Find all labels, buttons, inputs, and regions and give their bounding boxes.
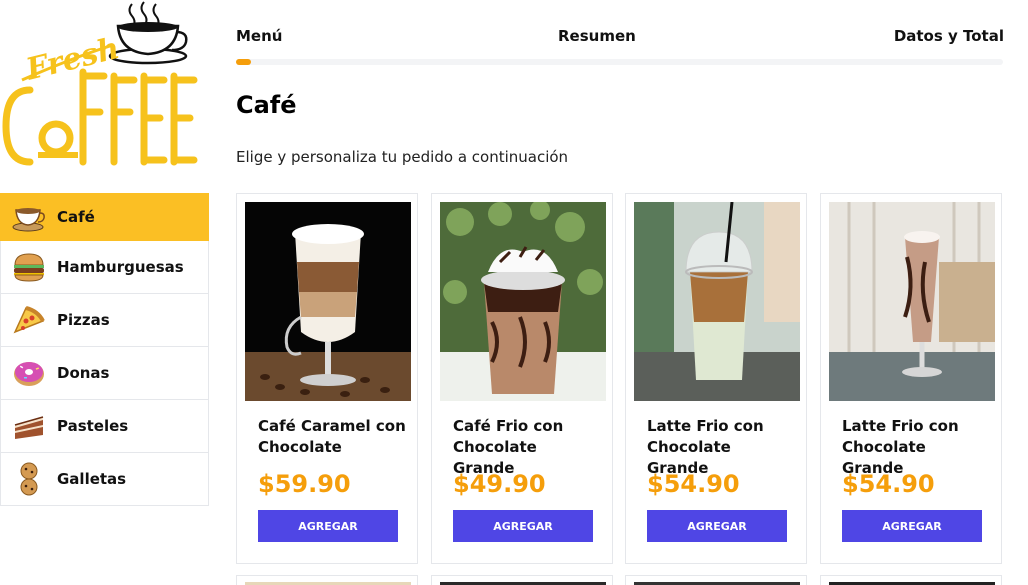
sidebar-item-pasteles[interactable]: Pasteles	[0, 400, 209, 453]
product-price: $54.90	[647, 470, 740, 498]
sidebar-item-cafe[interactable]: Café	[0, 193, 209, 241]
pizza-icon	[11, 302, 47, 338]
sidebar-item-galletas[interactable]: Galletas	[0, 453, 209, 506]
add-to-order-button[interactable]: AGREGAR	[647, 510, 787, 542]
sidebar-item-label: Café	[57, 208, 95, 226]
product-card: Latte Frio con Chocolate Grande $54.90 A…	[820, 193, 1002, 564]
product-card	[431, 575, 613, 585]
step-datos-total[interactable]: Datos y Total	[894, 27, 1004, 45]
product-price: $49.90	[453, 470, 546, 498]
category-list: Café Hamburguesas Pizzas Donas Pasteles …	[0, 193, 209, 506]
order-steps: Menú Resumen Datos y Total	[236, 27, 1004, 47]
product-card	[820, 575, 1002, 585]
product-price: $59.90	[258, 470, 351, 498]
cookies-icon	[11, 461, 47, 497]
page-title: Café	[236, 91, 297, 119]
sidebar-item-label: Hamburguesas	[57, 258, 184, 276]
add-to-order-button[interactable]: AGREGAR	[842, 510, 982, 542]
fresh-coffee-logo: Fresh	[0, 0, 210, 175]
product-image-iced-mocha	[440, 202, 606, 401]
sidebar: Fresh Café Hamburguesas Pizzas Donas Pas…	[0, 0, 210, 585]
page-subtitle: Elige y personaliza tu pedido a continua…	[236, 148, 569, 166]
burger-icon	[11, 249, 47, 285]
sidebar-item-hamburguesas[interactable]: Hamburguesas	[0, 241, 209, 294]
product-image-caramel-coffee	[245, 202, 411, 401]
add-to-order-button[interactable]: AGREGAR	[453, 510, 593, 542]
product-name: Café Caramel con Chocolate	[258, 417, 406, 456]
product-card	[236, 575, 418, 585]
product-card: Café Caramel con Chocolate $59.90 AGREGA…	[236, 193, 418, 564]
step-menu[interactable]: Menú	[236, 27, 282, 45]
product-card	[625, 575, 807, 585]
donut-icon	[11, 355, 47, 391]
product-image-iced-chocolate-latte	[829, 202, 995, 401]
product-card: Latte Frio con Chocolate Grande $54.90 A…	[625, 193, 807, 564]
coffee-cup-icon	[11, 199, 47, 235]
sidebar-item-label: Donas	[57, 364, 110, 382]
sidebar-item-donas[interactable]: Donas	[0, 347, 209, 400]
sidebar-item-label: Galletas	[57, 470, 127, 488]
product-image-iced-latte	[634, 202, 800, 401]
progress-fill	[236, 59, 252, 65]
product-price: $54.90	[842, 470, 935, 498]
product-card: Café Frio con Chocolate Grande $49.90 AG…	[431, 193, 613, 564]
cake-icon	[11, 408, 47, 444]
step-resumen[interactable]: Resumen	[558, 27, 636, 45]
progress-bar	[236, 59, 1003, 65]
sidebar-item-label: Pasteles	[57, 417, 129, 435]
sidebar-item-label: Pizzas	[57, 311, 110, 329]
sidebar-item-pizzas[interactable]: Pizzas	[0, 294, 209, 347]
add-to-order-button[interactable]: AGREGAR	[258, 510, 398, 542]
